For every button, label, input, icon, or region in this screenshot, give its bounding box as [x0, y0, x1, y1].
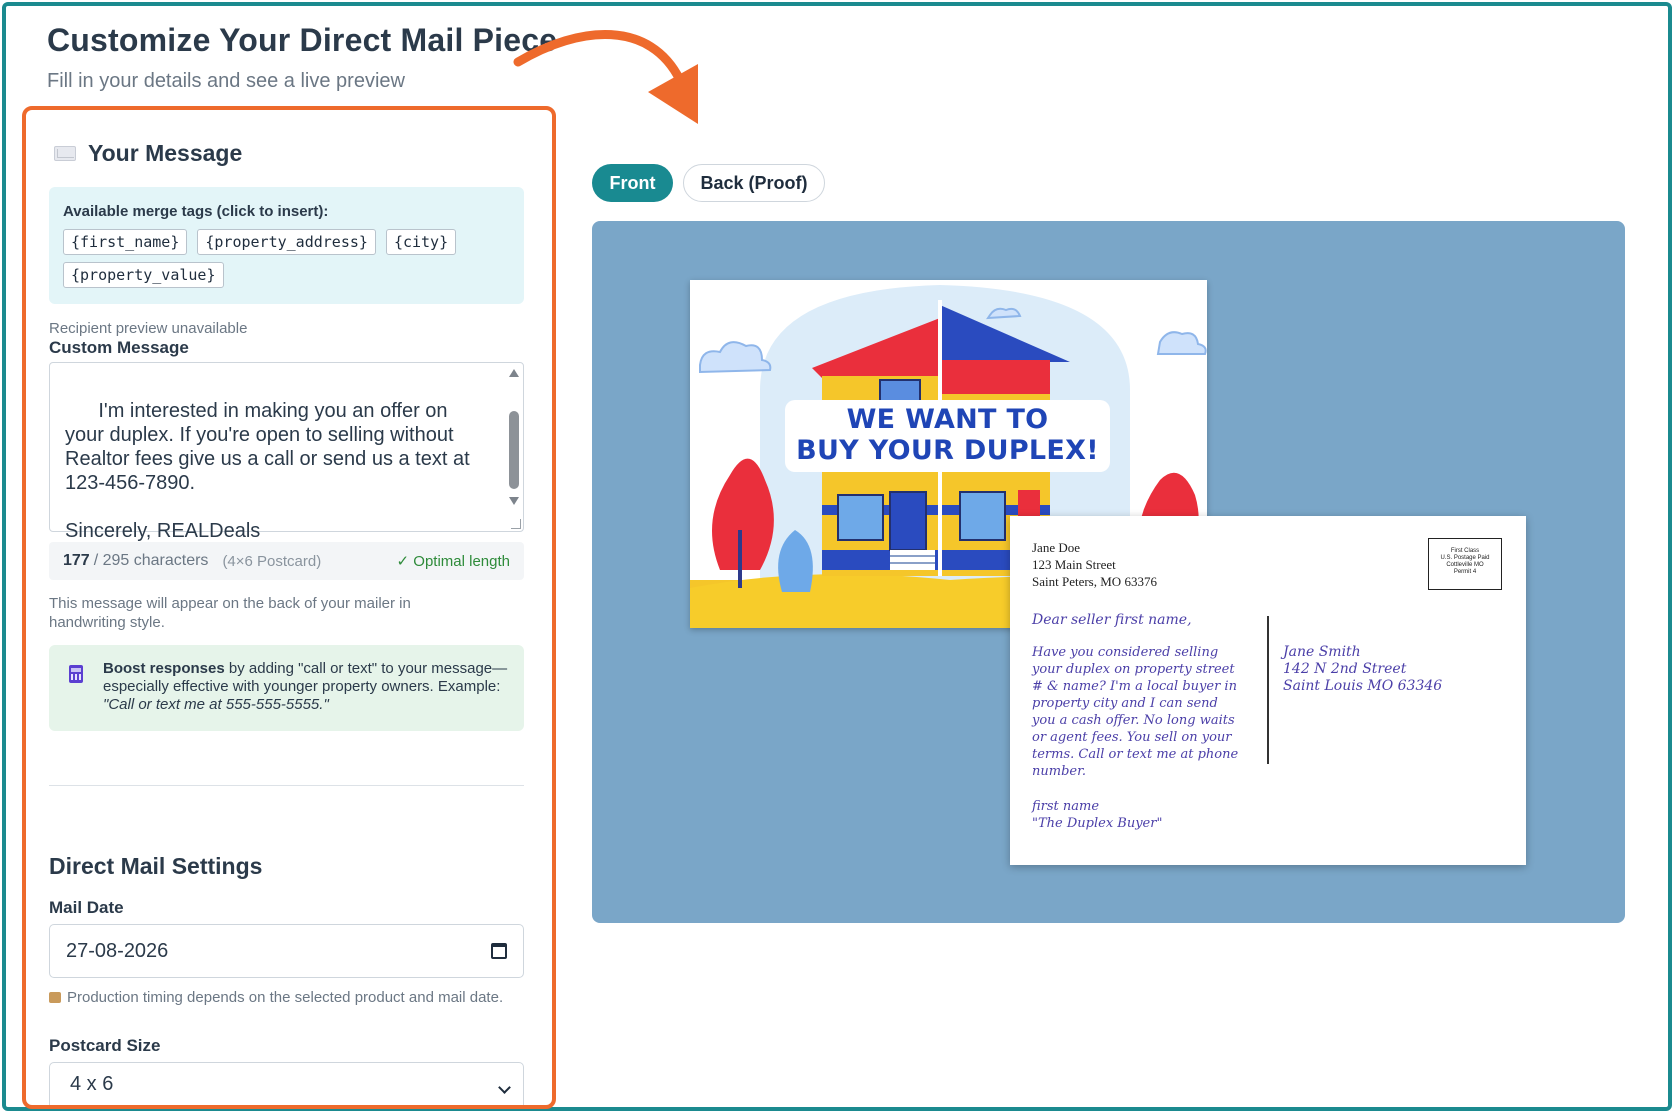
stamp-line-4: Permit 4: [1453, 569, 1477, 575]
handwritten-greeting: Dear seller first name,: [1032, 612, 1192, 628]
signature-title: "The Duplex Buyer": [1032, 816, 1163, 831]
message-section-title: Your Message: [88, 140, 243, 166]
custom-message-label: Custom Message: [49, 338, 189, 357]
return-street: 123 Main Street: [1032, 557, 1116, 572]
settings-section-title: Direct Mail Settings: [49, 853, 263, 879]
envelope-icon: [54, 146, 76, 161]
handwriting-note: This message will appear on the back of …: [49, 595, 411, 631]
headline-line-2: BUY YOUR DUPLEX!: [796, 435, 1099, 466]
char-limit: / 295 characters: [93, 552, 209, 569]
mail-date-label: Mail Date: [49, 898, 124, 917]
resize-grip-icon[interactable]: [511, 519, 521, 529]
scroll-up-icon[interactable]: [509, 369, 519, 377]
package-icon: [49, 992, 61, 1003]
return-address: Jane Doe 123 Main Street Saint Peters, M…: [1032, 539, 1157, 590]
calendar-icon[interactable]: [491, 943, 507, 959]
merge-tag-first-name[interactable]: {first_name}: [63, 229, 188, 255]
recipient-street: 142 N 2nd Street: [1283, 661, 1407, 677]
boost-example: "Call or text me at 555-555-5555.": [103, 696, 329, 713]
merge-tags-label: Available merge tags (click to insert):: [63, 203, 329, 220]
boost-tip-box: Boost responses by adding "call or text"…: [49, 645, 524, 731]
chevron-down-icon[interactable]: [498, 1081, 511, 1094]
stamp-line-3: Cottleville MO: [1446, 562, 1484, 568]
recipient-name: Jane Smith: [1283, 644, 1361, 660]
timing-note-text: Production timing depends on the selecte…: [67, 989, 504, 1006]
signature-name: first name: [1032, 799, 1100, 814]
front-headline: WE WANT TO BUY YOUR DUPLEX!: [785, 400, 1110, 472]
length-status: ✓ Optimal length: [396, 553, 510, 570]
headline-line-1: WE WANT TO: [846, 404, 1049, 435]
handwritten-signature: first name "The Duplex Buyer": [1032, 798, 1162, 832]
section-divider: [49, 785, 524, 786]
scroll-down-icon[interactable]: [509, 497, 519, 505]
postcard-back: Jane Doe 123 Main Street Saint Peters, M…: [1010, 516, 1526, 865]
custom-message-text: I'm interested in making you an offer on…: [65, 400, 470, 542]
merge-tags-box: Available merge tags (click to insert): …: [49, 187, 524, 304]
timing-note: Production timing depends on the selecte…: [49, 988, 519, 1007]
postcard-size-select[interactable]: 4 x 6: [49, 1062, 524, 1105]
return-city: Saint Peters, MO 63376: [1032, 574, 1157, 589]
tab-back-proof[interactable]: Back (Proof): [683, 164, 825, 202]
merge-tag-property-address[interactable]: {property_address}: [197, 229, 376, 255]
textarea-scrollbar[interactable]: [507, 367, 521, 529]
editor-panel: Your Message Available merge tags (click…: [22, 106, 556, 1109]
stamp-line-2: U.S. Postage Paid: [1440, 555, 1490, 561]
handwritten-body: Have you considered selling your duplex …: [1032, 645, 1239, 779]
merge-tag-city[interactable]: {city}: [385, 229, 457, 255]
custom-message-textarea[interactable]: I'm interested in making you an offer on…: [49, 362, 524, 542]
boost-bold: Boost responses: [103, 660, 225, 677]
recipient-city: Saint Louis MO 63346: [1283, 678, 1443, 694]
recipient-preview-note: Recipient preview unavailable: [49, 320, 248, 337]
merge-tag-property-value[interactable]: {property_value}: [63, 262, 224, 288]
mail-date-value: 27-08-2026: [66, 939, 169, 962]
page-subtitle: Fill in your details and see a live prev…: [47, 70, 405, 92]
postcard-format: (4×6 Postcard): [222, 552, 322, 570]
tab-front[interactable]: Front: [592, 164, 673, 202]
page-title: Customize Your Direct Mail Piece: [47, 22, 558, 58]
recipient-address: Jane Smith 142 N 2nd Street Saint Louis …: [1283, 644, 1442, 695]
postage-indicia: First Class U.S. Postage Paid Cottlevill…: [1428, 538, 1502, 590]
scroll-thumb[interactable]: [509, 411, 519, 489]
postcard-size-value: 4 x 6: [70, 1073, 114, 1095]
stamp-line-1: First Class: [1450, 548, 1480, 554]
message-section-header: Your Message: [54, 140, 242, 167]
phone-icon: [69, 665, 83, 683]
character-count-bar: 177 / 295 characters (4×6 Postcard) ✓ Op…: [49, 542, 524, 580]
return-name: Jane Doe: [1032, 540, 1081, 555]
address-divider: [1267, 616, 1269, 764]
postcard-size-label: Postcard Size: [49, 1036, 161, 1055]
char-count: 177: [63, 552, 90, 569]
mail-date-input[interactable]: 27-08-2026: [49, 924, 524, 978]
